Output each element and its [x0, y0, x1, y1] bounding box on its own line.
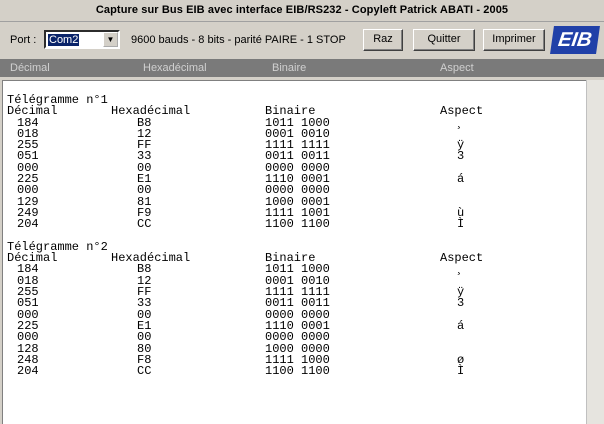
port-select[interactable]: Com2 ▼ — [44, 30, 120, 49]
header-decimal: Décimal — [10, 62, 50, 74]
aspect-cell: 3 — [457, 296, 465, 311]
window-title: Capture sur Bus EIB avec interface EIB/R… — [95, 4, 509, 16]
vertical-scrollbar[interactable] — [586, 80, 604, 424]
telegram-list: Télégramme n°1 Décimal Hexadécimal Binaire A… — [7, 94, 483, 379]
aspect-cell: á — [457, 318, 465, 333]
table-row: 204 CC 1100 1100 Ì — [7, 364, 464, 379]
aspect-cell: Ì — [457, 364, 465, 379]
aspect-cell: ¸ — [457, 262, 465, 277]
aspect-cell: 3 — [457, 149, 465, 164]
hex-cell: CC — [137, 217, 152, 232]
decimal-cell: 204 — [17, 364, 39, 379]
header-aspect: Aspect — [440, 62, 474, 74]
telegram-log[interactable]: Télégramme n°1 Décimal Hexadécimal Binaire A… — [2, 80, 586, 424]
chevron-down-icon[interactable]: ▼ — [103, 32, 118, 47]
binary-cell: 1100 1100 — [265, 217, 330, 232]
raz-button[interactable]: Raz — [363, 29, 403, 51]
binary-cell: 1100 1100 — [265, 364, 330, 379]
toolbar: Port : Com2 ▼ 9600 bauds - 8 bits - pari… — [0, 22, 604, 58]
aspect-cell: Ì — [457, 217, 465, 232]
serial-settings-text: 9600 bauds - 8 bits - parité PAIRE - 1 S… — [131, 34, 346, 46]
imprimer-button[interactable]: Imprimer — [483, 29, 545, 51]
column-header-bar: Décimal Hexadécimal Binaire Aspect — [0, 59, 604, 77]
port-select-value: Com2 — [48, 34, 80, 46]
decimal-cell: 204 — [17, 217, 39, 232]
header-hex: Hexadécimal — [143, 62, 207, 74]
eib-logo: EIB — [550, 26, 600, 54]
title-bar: Capture sur Bus EIB avec interface EIB/R… — [0, 0, 604, 22]
port-label: Port : — [10, 34, 37, 46]
quitter-button[interactable]: Quitter — [413, 29, 475, 51]
table-row: 204 CC 1100 1100 Ì — [7, 217, 464, 232]
hex-cell: CC — [137, 364, 152, 379]
aspect-cell: á — [457, 172, 465, 187]
aspect-cell: ¸ — [457, 115, 465, 130]
header-binary: Binaire — [272, 62, 307, 74]
